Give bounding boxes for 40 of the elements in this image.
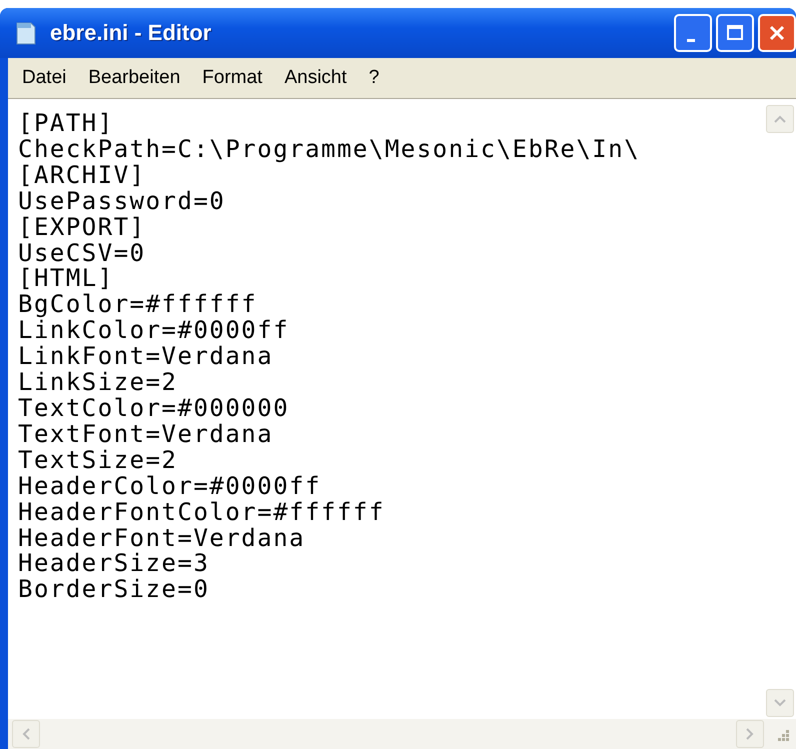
chevron-left-icon	[21, 727, 31, 741]
menu-item[interactable]: Format	[202, 67, 262, 89]
text-line: UsePassword=0	[18, 188, 226, 215]
text-line: LinkColor=#0000ff	[18, 318, 290, 344]
text-line: HeaderFont=Verdana	[18, 526, 306, 552]
scroll-left-button[interactable]	[12, 720, 40, 748]
text-line: TextFont=Verdana	[18, 422, 274, 448]
scroll-down-button[interactable]	[766, 689, 794, 717]
text-line: HeaderFontColor=#ffffff	[18, 500, 385, 526]
text-line: TextColor=#000000	[18, 396, 290, 422]
menu-item[interactable]: ?	[368, 67, 380, 89]
scroll-up-button[interactable]	[766, 105, 794, 133]
minimize-button[interactable]	[674, 14, 712, 52]
window-title: ebre.ini - Editor	[50, 20, 212, 46]
minimize-icon	[687, 38, 695, 42]
close-icon	[767, 23, 787, 43]
text-line: UseCSV=0	[18, 240, 146, 266]
chevron-down-icon	[773, 698, 787, 708]
text-line: [HTML]	[18, 266, 114, 292]
text-line: BgColor=#ffffff	[18, 292, 258, 318]
text-line: HeaderSize=3	[18, 551, 210, 578]
notepad-icon	[14, 20, 38, 46]
menu-item[interactable]: Bearbeiten	[88, 67, 180, 89]
close-button[interactable]	[758, 14, 796, 52]
text-line: [EXPORT]	[18, 214, 146, 241]
maximize-icon	[725, 23, 745, 43]
scroll-right-button[interactable]	[736, 720, 764, 748]
text-line: LinkFont=Verdana	[18, 344, 274, 370]
text-line: TextSize=2	[18, 448, 178, 474]
text-line: BorderSize=0	[18, 577, 210, 604]
text-line: [ARCHIV]	[18, 162, 146, 189]
text-line: HeaderColor=#0000ff	[18, 474, 322, 500]
menu-item[interactable]: Ansicht	[284, 67, 347, 89]
maximize-button[interactable]	[716, 14, 754, 52]
text-line: LinkSize=2	[18, 370, 178, 396]
chevron-right-icon	[745, 727, 755, 741]
text-line: [PATH]	[18, 111, 114, 137]
chevron-up-icon	[773, 114, 787, 124]
menu-item[interactable]: Datei	[22, 67, 66, 89]
text-line: CheckPath=C:\Programme\Mesonic\EbRe\In\	[18, 136, 640, 163]
